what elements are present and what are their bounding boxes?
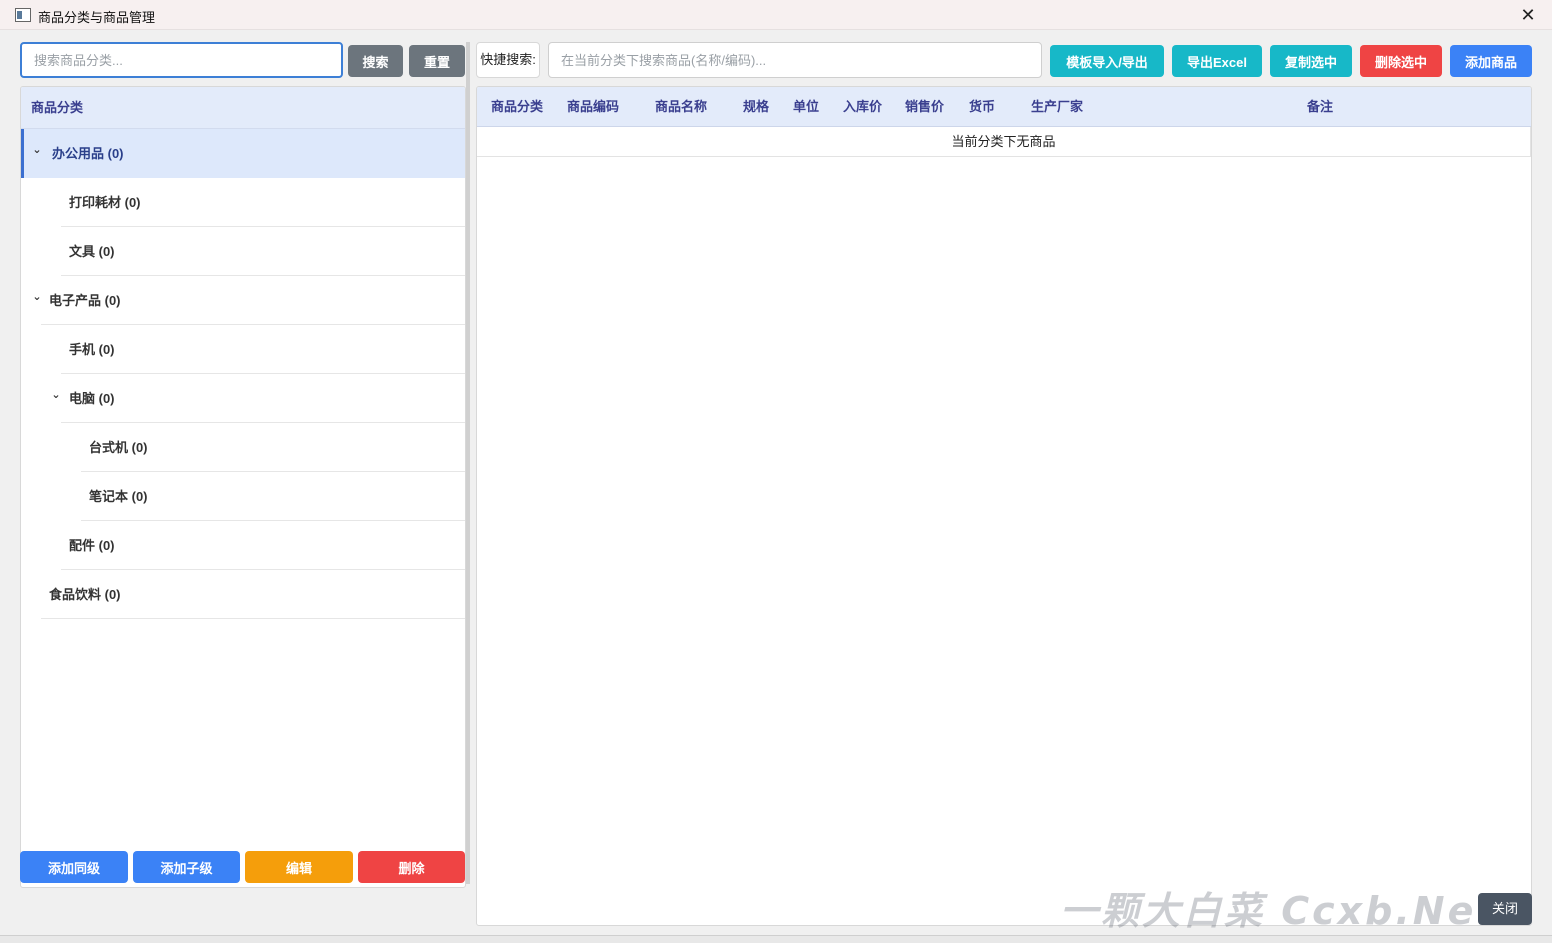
tree-node[interactable]: ⌄ 电子产品 (0) [21, 276, 465, 325]
column-header[interactable]: 规格 [743, 87, 769, 127]
chevron-down-icon[interactable]: ⌄ [30, 276, 44, 318]
column-header[interactable]: 货币 [969, 87, 995, 127]
app-window-icon [15, 8, 31, 22]
tree-node[interactable]: 配件 (0) [21, 521, 465, 570]
table-header: 商品分类 商品编码 商品名称 规格 单位 入库价 销售价 货币 生产厂家 备注 [477, 87, 1531, 127]
delete-category-button[interactable]: 删除 [358, 851, 465, 883]
tree-node-label: 电脑 (0) [69, 391, 115, 406]
tree-node-label: 手机 (0) [69, 342, 115, 357]
close-dialog-button[interactable]: 关闭 [1478, 893, 1532, 925]
watermark: 一颗大白菜 Ccxb.Net [1060, 889, 1498, 933]
window-close-icon[interactable]: ✕ [1514, 2, 1542, 28]
tree-node[interactable]: 食品饮料 (0) [21, 570, 465, 619]
tree-node[interactable]: ⌄ 电脑 (0) [21, 374, 465, 423]
quick-search-label: 快捷搜索: [476, 42, 540, 78]
column-header[interactable]: 备注 [1307, 87, 1333, 127]
window-title: 商品分类与商品管理 [38, 10, 156, 25]
delete-selected-button[interactable]: 删除选中 [1360, 45, 1442, 77]
tree-node[interactable]: 手机 (0) [21, 325, 465, 374]
tree-node-label: 办公用品 (0) [52, 146, 124, 161]
category-search-button[interactable]: 搜索 [348, 45, 403, 77]
panel-splitter[interactable] [466, 42, 470, 884]
product-table: 商品分类 商品编码 商品名称 规格 单位 入库价 销售价 货币 生产厂家 备注 当前分类下无商品 [476, 86, 1532, 926]
column-header[interactable]: 生产厂家 [1031, 87, 1083, 127]
column-header[interactable]: 商品分类 [491, 87, 543, 127]
tree-node-label: 台式机 (0) [89, 440, 148, 455]
edit-category-button[interactable]: 编辑 [245, 851, 353, 883]
column-header[interactable]: 单位 [793, 87, 819, 127]
tree-node[interactable]: 打印耗材 (0) [21, 178, 465, 227]
column-header[interactable]: 入库价 [843, 87, 882, 127]
chevron-down-icon[interactable]: ⌄ [30, 129, 44, 171]
tree-node[interactable]: ⌄ 办公用品 (0) [21, 129, 465, 178]
template-import-export-button[interactable]: 模板导入/导出 [1050, 45, 1164, 77]
add-sibling-button[interactable]: 添加同级 [20, 851, 128, 883]
product-search-input[interactable] [548, 42, 1042, 78]
export-excel-button[interactable]: 导出Excel [1172, 45, 1262, 77]
empty-table-message: 当前分类下无商品 [477, 127, 1531, 157]
tree-node-label: 笔记本 (0) [89, 489, 148, 504]
category-search-input[interactable] [20, 42, 343, 78]
copy-selected-button[interactable]: 复制选中 [1270, 45, 1352, 77]
tree-node[interactable]: 文具 (0) [21, 227, 465, 276]
tree-header: 商品分类 [21, 87, 465, 129]
tree-rows: ⌄ 办公用品 (0) 打印耗材 (0) 文具 (0) ⌄ 电子产品 (0) 手机 (0) ⌄ 电… [21, 129, 465, 619]
column-header[interactable]: 商品名称 [655, 87, 707, 127]
category-tree: 商品分类 ⌄ 办公用品 (0) 打印耗材 (0) 文具 (0) ⌄ 电子产品 (0) 手机 … [20, 86, 466, 888]
tree-node-label: 电子产品 (0) [49, 293, 121, 308]
column-header[interactable]: 销售价 [905, 87, 944, 127]
category-reset-button[interactable]: 重置 [409, 45, 465, 77]
tree-row-divider [41, 618, 465, 619]
add-product-button[interactable]: 添加商品 [1450, 45, 1532, 77]
tree-node-label: 打印耗材 (0) [69, 195, 141, 210]
tree-node[interactable]: 台式机 (0) [21, 423, 465, 472]
tree-node-label: 文具 (0) [69, 244, 115, 259]
tree-node-label: 配件 (0) [69, 538, 115, 553]
tree-node-label: 食品饮料 (0) [49, 587, 121, 602]
column-header[interactable]: 商品编码 [567, 87, 619, 127]
add-child-button[interactable]: 添加子级 [133, 851, 240, 883]
window-bottom-edge [0, 935, 1552, 943]
title-bar: 商品分类与商品管理 ✕ [0, 0, 1552, 30]
tree-node[interactable]: 笔记本 (0) [21, 472, 465, 521]
chevron-down-icon[interactable]: ⌄ [49, 374, 63, 416]
